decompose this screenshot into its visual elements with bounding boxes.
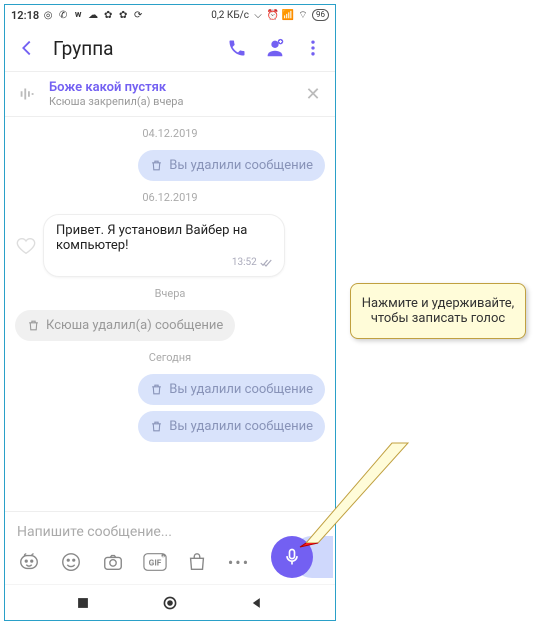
nav-recent-icon[interactable] [74,594,92,612]
date-divider: Вчера [15,287,325,300]
message-row: Вы удалили сообщение [15,150,325,181]
android-navbar [5,584,335,620]
back-icon[interactable] [15,36,39,60]
svg-text:GIF: GIF [149,559,162,569]
cloud-icon: ☁ [87,9,99,21]
gif-icon[interactable]: GIF+ [143,550,167,574]
date-divider: 04.12.2019 [15,127,325,140]
message-text: Привет. Я установил Вайбер на компьютер! [56,223,272,253]
heart-icon[interactable] [15,235,37,257]
pinned-banner[interactable]: Боже какой пустяк Ксюша закрепил(а) вчер… [5,71,335,117]
deleted-message-in[interactable]: Ксюша удалил(а) сообщение [15,310,235,341]
equalizer-icon [17,83,39,105]
sticker-icon[interactable] [17,550,41,574]
date-divider: 06.12.2019 [15,191,325,204]
message-text: Ксюша удалил(а) сообщение [46,318,223,333]
gear-icon-2: ✿ [117,9,129,21]
message-row: Вы удалили сообщение [15,411,325,442]
add-user-icon[interactable] [263,36,287,60]
call-icon[interactable] [225,36,249,60]
svg-text:+: + [162,555,165,560]
message-text: Вы удалили сообщение [169,382,313,397]
deleted-message[interactable]: Вы удалили сообщение [138,411,325,442]
trash-icon [150,159,163,172]
wifi-icon: ⌔ [297,9,309,21]
more-tools-icon[interactable]: ••• [227,550,251,574]
nav-home-icon[interactable] [161,594,179,612]
signal-icon: 📶 [282,9,294,21]
trash-icon [27,319,40,332]
close-icon[interactable]: ✕ [303,84,323,105]
pinned-title: Боже какой пустяк [49,80,293,95]
pinned-subtitle: Ксюша закрепил(а) вчера [49,95,293,108]
chat-header: Группа [5,25,335,71]
gear-icon: ✿ [102,9,114,21]
bluetooth-icon: ⌵ [252,9,264,21]
instagram-icon: ◎ [42,9,54,21]
statusbar: 12:18 ◎ ✆ w ☁ ✿ ✿ ⟳ 0,2 КБ/с ⌵ ⏰ 📶 ⌔ 96 [5,5,335,25]
phone-frame: 12:18 ◎ ✆ w ☁ ✿ ✿ ⟳ 0,2 КБ/с ⌵ ⏰ 📶 ⌔ 96 … [4,4,336,621]
deleted-message[interactable]: Вы удалили сообщение [138,374,325,405]
shop-icon[interactable] [185,550,209,574]
message-row: Привет. Я установил Вайбер на компьютер!… [15,214,325,277]
whatsapp-icon: ✆ [57,9,69,21]
nav-back-icon[interactable] [248,594,266,612]
messages-list[interactable]: 04.12.2019 Вы удалили сообщение 06.12.20… [5,117,335,511]
camera-icon[interactable] [101,550,125,574]
message-time: 13:52 [232,257,257,268]
message-text: Вы удалили сообщение [169,419,313,434]
read-checks-icon [260,258,272,268]
trash-icon [150,420,163,433]
deleted-message[interactable]: Вы удалили сообщение [138,150,325,181]
input-bar: Напишите сообщение... GIF+ ••• [5,511,335,584]
trash-icon [150,383,163,396]
alarm-icon: ⏰ [267,9,279,21]
date-divider: Сегодня [15,351,325,364]
sync-icon: ⟳ [132,9,144,21]
message-text: Вы удалили сообщение [169,158,313,173]
message-row: Вы удалили сообщение [15,374,325,405]
chat-title[interactable]: Группа [53,37,211,60]
more-icon[interactable] [301,36,325,60]
message-row: Ксюша удалил(а) сообщение [15,310,325,341]
tooltip-callout: Нажмите и удерживайте, чтобы записать го… [350,283,526,339]
incoming-message[interactable]: Привет. Я установил Вайбер на компьютер!… [43,214,285,277]
vk-icon: w [72,9,84,21]
callout-text: Нажмите и удерживайте, чтобы записать го… [362,296,514,326]
battery-icon: 96 [312,9,329,21]
emoji-icon[interactable] [59,550,83,574]
net-speed: 0,2 КБ/с [211,10,249,21]
status-time: 12:18 [11,9,39,22]
mic-button[interactable] [271,536,313,578]
